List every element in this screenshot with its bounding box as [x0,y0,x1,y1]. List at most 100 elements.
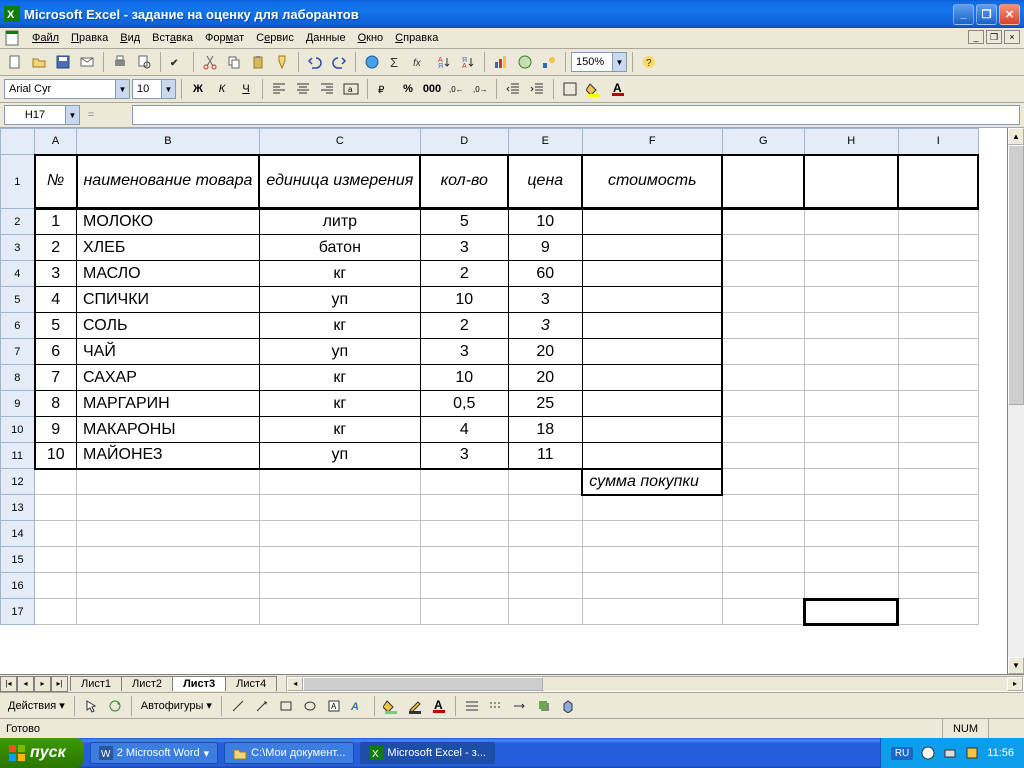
cell[interactable] [508,573,582,599]
column-header[interactable]: D [420,129,508,155]
drawing-toggle-icon[interactable] [538,51,560,73]
name-cell[interactable]: СОЛЬ [77,313,260,339]
align-left-icon[interactable] [268,78,290,100]
cell[interactable] [508,495,582,521]
cell[interactable]: 3 [508,287,582,313]
sort-desc-icon[interactable]: ЯА [457,51,479,73]
cell[interactable] [804,313,898,339]
column-header[interactable]: I [898,129,978,155]
table-header-cell[interactable]: единица измерения [259,155,420,209]
cell[interactable] [259,573,420,599]
cell[interactable] [804,495,898,521]
cell[interactable] [508,599,582,625]
row-header[interactable]: 17 [1,599,35,625]
cell[interactable]: 5 [420,209,508,235]
cell[interactable] [722,235,804,261]
cell[interactable] [582,573,722,599]
cell[interactable]: кг [259,365,420,391]
hyperlink-icon[interactable] [361,51,383,73]
scroll-up-icon[interactable]: ▲ [1008,128,1024,145]
cell[interactable] [582,209,722,235]
cell[interactable]: 6 [35,339,77,365]
cell[interactable] [722,417,804,443]
cell[interactable]: 20 [508,365,582,391]
cell[interactable]: 0,5 [420,391,508,417]
workbook-close-button[interactable]: × [1004,30,1020,44]
increase-decimal-icon[interactable]: ,0← [445,78,467,100]
increase-indent-icon[interactable] [526,78,548,100]
font-size-input[interactable] [133,83,161,95]
menu-view[interactable]: Вид [114,30,146,46]
align-center-icon[interactable] [292,78,314,100]
cell[interactable] [582,339,722,365]
line-color-tool-icon[interactable] [404,695,426,717]
cell[interactable]: 60 [508,261,582,287]
cell[interactable] [35,521,77,547]
cell[interactable] [582,287,722,313]
name-cell[interactable]: МАЙОНЕЗ [77,443,260,469]
column-header[interactable]: B [77,129,260,155]
print-icon[interactable] [109,51,131,73]
chevron-down-icon[interactable]: ▼ [161,80,175,98]
cell[interactable] [722,469,804,495]
cell[interactable]: 3 [508,313,582,339]
rotate-icon[interactable] [104,695,126,717]
cell[interactable]: 8 [35,391,77,417]
cell[interactable]: 2 [420,313,508,339]
cell[interactable] [582,391,722,417]
grid-scroll-area[interactable]: A B C D E F G H I 1№наименование товарае… [0,128,1007,674]
chevron-down-icon[interactable]: ▼ [612,53,626,71]
name-cell[interactable]: САХАР [77,365,260,391]
cell[interactable]: 2 [420,261,508,287]
comma-style-icon[interactable]: 000 [421,78,443,100]
table-header-cell[interactable]: кол-во [420,155,508,209]
cell[interactable]: 5 [35,313,77,339]
cell[interactable]: 3 [420,339,508,365]
cell[interactable] [77,521,260,547]
sort-asc-icon[interactable]: АЯ [433,51,455,73]
row-header[interactable]: 12 [1,469,35,495]
autoshapes-menu[interactable]: Автофигуры ▾ [137,699,216,712]
cell[interactable] [582,235,722,261]
help-icon[interactable]: ? [638,51,660,73]
cell[interactable] [722,443,804,469]
cell[interactable]: 11 [508,443,582,469]
cell[interactable]: 10 [420,287,508,313]
cell[interactable] [722,521,804,547]
language-indicator[interactable]: RU [891,747,913,760]
font-size-dropdown[interactable]: ▼ [132,79,176,99]
menu-help[interactable]: Справка [389,30,444,46]
cell[interactable] [804,209,898,235]
column-header[interactable]: F [582,129,722,155]
cell[interactable] [582,443,722,469]
scroll-left-icon[interactable]: ◂ [287,677,303,691]
spelling-icon[interactable]: ✔ [166,51,188,73]
cell[interactable] [420,547,508,573]
cell[interactable] [35,547,77,573]
active-cell[interactable] [804,599,898,625]
cell[interactable] [898,599,978,625]
cell[interactable] [722,155,804,209]
cell[interactable] [259,599,420,625]
table-header-cell[interactable]: наименование товара [77,155,260,209]
menu-format[interactable]: Формат [199,30,250,46]
line-tool-icon[interactable] [227,695,249,717]
menu-window[interactable]: Окно [352,30,390,46]
cell[interactable] [898,209,978,235]
cell[interactable]: кг [259,313,420,339]
column-header[interactable]: E [508,129,582,155]
taskbar-item[interactable]: C:\Мои документ... [224,742,354,764]
table-header-cell[interactable]: цена [508,155,582,209]
cell[interactable]: 4 [35,287,77,313]
tab-nav-prev-icon[interactable]: ◂ [17,676,34,692]
cell[interactable] [804,261,898,287]
cell[interactable]: уп [259,339,420,365]
tray-icon[interactable] [943,746,957,760]
row-header[interactable]: 13 [1,495,35,521]
cell[interactable]: 9 [508,235,582,261]
cell[interactable] [77,599,260,625]
name-cell[interactable]: МАСЛО [77,261,260,287]
cell[interactable] [35,495,77,521]
cell[interactable]: 25 [508,391,582,417]
menu-data[interactable]: Данные [300,30,352,46]
